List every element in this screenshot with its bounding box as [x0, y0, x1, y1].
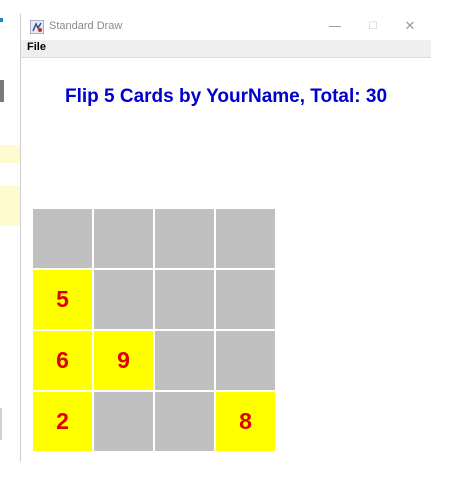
standard-draw-window: Standard Draw — ☐ ✕ File Flip 5 Cards by… — [20, 14, 431, 462]
card-face-down[interactable] — [94, 270, 153, 329]
title-bar[interactable]: Standard Draw — ☐ ✕ — [21, 14, 431, 40]
maximize-button[interactable]: ☐ — [356, 16, 390, 38]
card-face-down[interactable] — [216, 331, 275, 390]
card-grid: 5692 8 — [33, 209, 277, 453]
menu-file[interactable]: File — [27, 41, 46, 53]
desktop-fragment — [0, 408, 2, 440]
card-face-up[interactable]: 6 — [33, 331, 92, 390]
card-face-up[interactable]: 8 — [216, 392, 275, 451]
card-face-down[interactable] — [155, 209, 214, 268]
window-title: Standard Draw — [49, 20, 123, 32]
close-button[interactable]: ✕ — [393, 16, 427, 38]
card-face-down[interactable] — [33, 209, 92, 268]
desktop-fragment — [0, 80, 4, 102]
draw-canvas[interactable]: Flip 5 Cards by YourName, Total: 30 5692… — [21, 58, 431, 462]
desktop-fragment — [0, 186, 20, 226]
card-face-down[interactable] — [94, 209, 153, 268]
desktop-fragment — [0, 18, 3, 22]
card-face-up[interactable]: 2 — [33, 392, 92, 451]
card-face-down[interactable] — [155, 331, 214, 390]
card-face-down[interactable] — [216, 270, 275, 329]
minimize-button[interactable]: — — [318, 16, 352, 38]
card-face-down[interactable] — [216, 209, 275, 268]
desktop-background — [0, 0, 22, 503]
game-heading: Flip 5 Cards by YourName, Total: 30 — [64, 86, 388, 107]
card-face-up[interactable]: 9 — [94, 331, 153, 390]
card-face-down[interactable] — [94, 392, 153, 451]
card-face-up[interactable]: 5 — [33, 270, 92, 329]
card-face-down[interactable] — [155, 270, 214, 329]
menu-bar: File — [21, 40, 431, 58]
desktop-fragment — [0, 145, 20, 163]
card-face-down[interactable] — [155, 392, 214, 451]
java-duke-icon — [30, 20, 44, 34]
